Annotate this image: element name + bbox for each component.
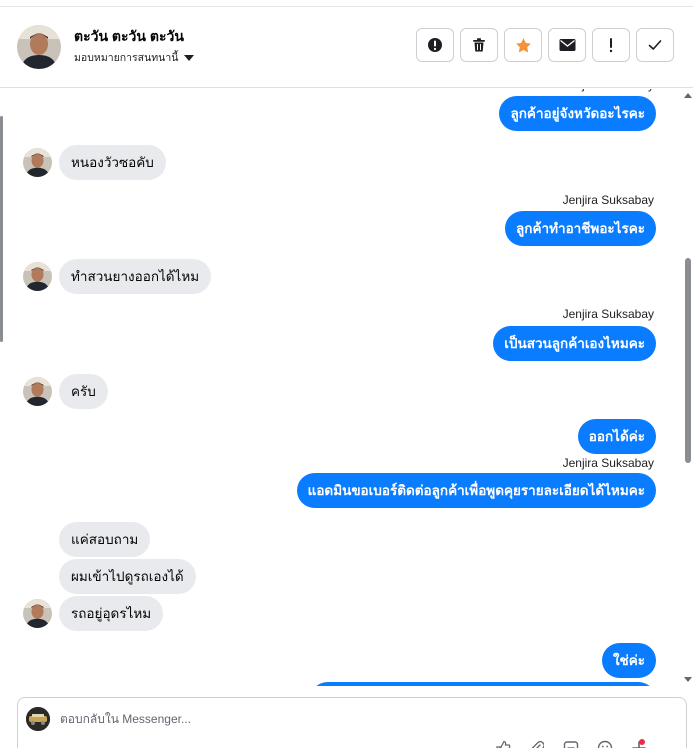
reply-composer (17, 697, 687, 748)
checkmark-icon (647, 37, 663, 53)
outgoing-message-bubble[interactable]: ลูกค้าทำอาชีพอะไรคะ (505, 211, 656, 246)
incoming-message-bubble[interactable]: หนองวัวซอคับ (59, 145, 166, 180)
conversation-header: ตะวัน ตะวัน ตะวัน มอบหมายการสนทนานี้ (0, 0, 693, 88)
contact-avatar-small[interactable] (23, 377, 52, 406)
outgoing-message-bubble[interactable]: ออกได้ค่ะ (577, 419, 656, 454)
header-divider (0, 6, 693, 7)
spam-button[interactable] (416, 28, 454, 62)
mark-done-button[interactable] (636, 28, 674, 62)
message-sender-name: Jenjira Suksabay (562, 456, 654, 470)
composer-toolbar (494, 740, 648, 748)
reply-input[interactable] (60, 709, 620, 729)
attachment-icon[interactable] (528, 740, 546, 748)
message-thread[interactable]: Jenjira Suksabay ลูกค้าอยู่จังหวัดอะไรคะห… (0, 89, 680, 686)
delete-button[interactable] (460, 28, 498, 62)
contact-avatar-small[interactable] (23, 599, 52, 628)
incoming-message-bubble[interactable]: แค่สอบถาม (59, 522, 151, 557)
alert-circle-icon (427, 37, 443, 53)
message-sender-name: Jenjira Suksabay (562, 307, 654, 321)
emoji-icon[interactable] (596, 740, 614, 748)
thumbs-up-icon[interactable] (494, 740, 512, 748)
star-button[interactable] (504, 28, 542, 62)
exclamation-icon (608, 37, 614, 53)
mark-unread-button[interactable] (548, 28, 586, 62)
incoming-message-bubble[interactable]: ผมเข้าไปดูรถเองได้ (59, 559, 196, 594)
incoming-message-bubble[interactable]: รถอยู่อุดรไหม (59, 596, 164, 631)
contact-avatar-small[interactable] (23, 262, 52, 291)
assign-conversation-dropdown[interactable]: มอบหมายการสนทนานี้ (74, 49, 195, 66)
contact-name: ตะวัน ตะวัน ตะวัน (74, 28, 184, 44)
incoming-message-bubble[interactable]: ครับ (59, 374, 108, 409)
outgoing-message-bubble[interactable]: ใช่ค่ะ (601, 643, 656, 678)
scroll-down-arrow-icon[interactable] (684, 677, 692, 682)
outgoing-message-bubble-partial[interactable] (310, 682, 656, 686)
outgoing-message-bubble[interactable]: แอดมินขอเบอร์ติดต่อลูกค้าเพื่อพูดคุยรายล… (296, 473, 656, 508)
scrollbar-thumb[interactable] (685, 258, 691, 463)
incoming-message-bubble[interactable]: ทำสวนยางออกได้ไหม (59, 259, 212, 294)
caret-down-icon (184, 55, 195, 61)
conversation-actions (416, 28, 674, 62)
contact-avatar-small[interactable] (23, 148, 52, 177)
page-avatar (26, 707, 50, 731)
contact-avatar[interactable] (17, 25, 61, 69)
thread-scrollbar[interactable] (681, 89, 693, 686)
outgoing-message-bubble[interactable]: ลูกค้าอยู่จังหวัดอะไรคะ (499, 96, 656, 131)
message-sender-name: Jenjira Suksabay (562, 193, 654, 207)
saved-reply-icon[interactable] (562, 740, 580, 748)
assign-conversation-label: มอบหมายการสนทนานี้ (74, 52, 179, 64)
follow-up-button[interactable] (592, 28, 630, 62)
star-icon (515, 37, 532, 54)
scroll-up-arrow-icon[interactable] (684, 93, 692, 98)
notification-dot (639, 739, 645, 745)
trash-icon (471, 37, 487, 53)
envelope-icon (559, 38, 576, 52)
message-sender-name: Jenjira Suksabay (563, 89, 654, 92)
outgoing-message-bubble[interactable]: เป็นสวนลูกค้าเองไหมคะ (493, 326, 656, 361)
